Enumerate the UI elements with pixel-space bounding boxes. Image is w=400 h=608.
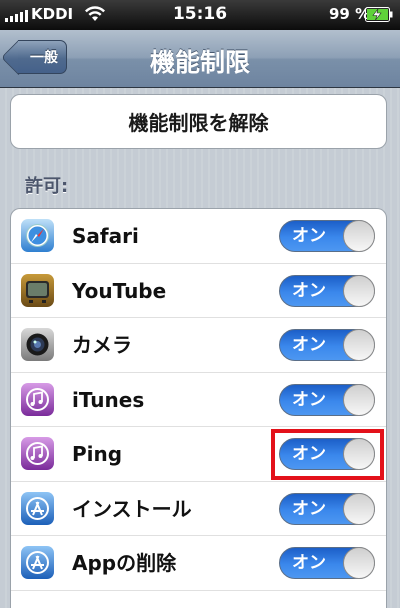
list-item-label: Appの削除 <box>72 551 177 575</box>
ping-icon <box>21 437 54 470</box>
toggle-on-text: オン <box>292 280 326 301</box>
back-button[interactable]: 一般 <box>18 40 67 74</box>
itunes-toggle[interactable]: オン <box>279 383 375 416</box>
list-item-label: カメラ <box>72 333 132 357</box>
install-toggle[interactable]: オン <box>279 492 375 525</box>
toggle-on-text: オン <box>292 498 326 519</box>
list-item-label: Safari <box>72 224 139 248</box>
toggle-on-text: オン <box>292 335 326 355</box>
list-item-camera: カメラ オン <box>11 318 386 373</box>
list-item-youtube: YouTube オン <box>11 264 386 318</box>
disable-restrictions-label: 機能制限を解除 <box>128 111 269 135</box>
toggle-knob <box>343 547 375 579</box>
disable-restrictions-button[interactable]: 機能制限を解除 <box>10 94 387 149</box>
back-button-label: 一般 <box>30 50 58 66</box>
app-store-icon <box>21 546 54 579</box>
youtube-toggle[interactable]: オン <box>279 274 375 307</box>
safari-toggle[interactable]: オン <box>279 220 375 252</box>
delete-apps-toggle[interactable]: オン <box>279 547 375 579</box>
battery-charging-icon <box>365 7 393 22</box>
toggle-on-text: オン <box>292 226 326 246</box>
list-item-label: インストール <box>72 496 192 521</box>
toggle-knob <box>343 383 375 416</box>
toggle-knob <box>343 329 375 361</box>
list-item-label: YouTube <box>72 278 167 303</box>
toggle-knob <box>343 220 375 252</box>
camera-toggle[interactable]: オン <box>279 329 375 361</box>
status-bar: KDDI 15:16 99 % <box>0 0 400 30</box>
safari-icon <box>21 219 54 252</box>
itunes-icon <box>21 382 54 416</box>
highlight-box <box>271 429 384 480</box>
youtube-icon <box>21 273 54 307</box>
list-item-delete-apps: Appの削除 オン <box>11 536 386 591</box>
toggle-on-text: オン <box>292 553 326 573</box>
navigation-bar: 一般 機能制限 <box>0 30 400 88</box>
list-item-itunes: iTunes オン <box>11 373 386 427</box>
list-item-label: iTunes <box>72 387 145 412</box>
list-item-safari: Safari オン <box>11 209 386 264</box>
toggle-knob <box>343 274 375 307</box>
battery-percentage: 99 % <box>329 5 371 23</box>
toggle-on-text: オン <box>292 389 326 410</box>
section-header-allow: 許可: <box>25 176 69 197</box>
toggle-knob <box>343 492 375 525</box>
app-store-icon <box>21 491 54 525</box>
list-item-label: Ping <box>72 442 123 466</box>
list-item-install: インストール オン <box>11 482 386 536</box>
allow-settings-list: Safari オン YouTube オン カメラ オン iTunes オン Pi… <box>10 208 387 608</box>
camera-icon <box>21 328 54 361</box>
